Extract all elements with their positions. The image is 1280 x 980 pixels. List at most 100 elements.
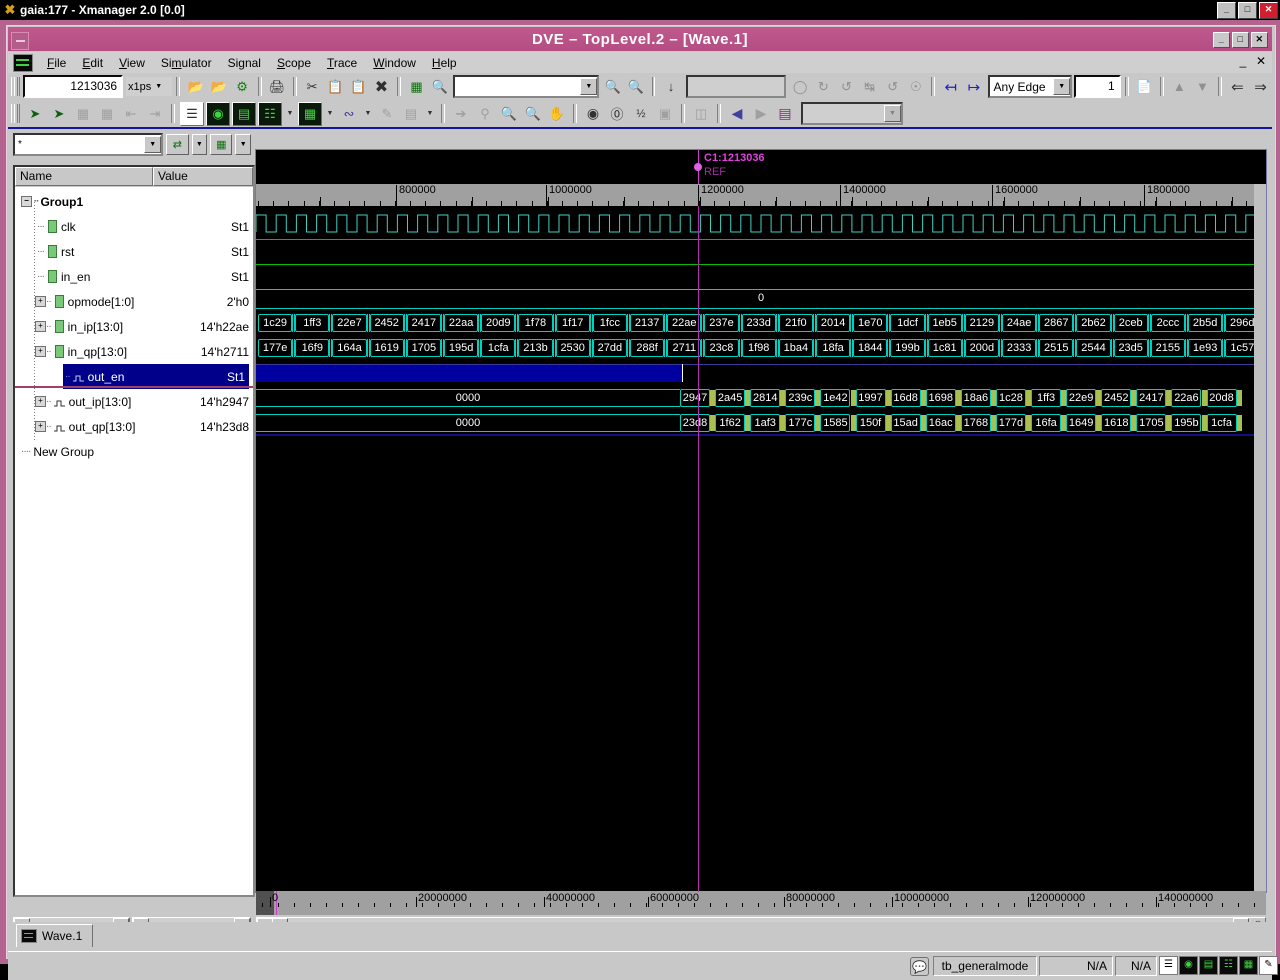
dve-system-menu-button[interactable] [11, 32, 29, 50]
waveform-canvas[interactable]: 0 1c29 1ff3 22e7 2452 2417 22aa 20d9 1f78 1f17 1fc… [256, 206, 1266, 892]
schematic-icon[interactable]: ☷ [258, 101, 282, 126]
zoom-2x-icon[interactable]: ⓪ [606, 103, 628, 125]
back-icon[interactable]: ⇐ [1227, 76, 1248, 98]
prev-page-icon[interactable]: ◀ [726, 103, 748, 125]
insert-after-icon[interactable]: ⇥ [144, 103, 166, 125]
column-header-value[interactable]: Value [153, 167, 253, 186]
chevron-down-icon[interactable]: ▼ [324, 103, 336, 125]
collapse-time-icon[interactable]: ↺ [882, 76, 903, 98]
next-page-icon[interactable]: ▶ [750, 103, 772, 125]
select-tool-icon[interactable]: ➔ [450, 103, 472, 125]
signal-row-in_ip[interactable]: + ·· in_ip[13:0] 14'h22ae [15, 314, 253, 339]
find-signal-icon[interactable]: ▦ [406, 76, 427, 98]
wave-pane[interactable]: C1:1213036 REF 800000 1000000 1200000 14000… [255, 149, 1267, 893]
zoom-fit-icon[interactable]: ◯ [790, 76, 811, 98]
signal-filter-input[interactable]: * ▼ [13, 132, 164, 156]
menu-window[interactable]: Window [365, 54, 424, 72]
grid-icon[interactable]: ▤ [774, 103, 796, 125]
annotate-icon[interactable]: ☉ [905, 76, 926, 98]
dve-restore-button[interactable]: □ [1232, 32, 1249, 48]
chevron-down-icon[interactable]: ▼ [884, 105, 901, 122]
source-view-icon[interactable]: ▤ [232, 101, 256, 126]
cursor-c1-wave-line[interactable] [698, 206, 699, 892]
goto-time-field[interactable] [685, 75, 786, 98]
xmanager-window-buttons[interactable]: _ □ ✕ [1217, 2, 1278, 19]
chevron-down-icon[interactable]: ▼ [235, 133, 251, 155]
menu-help[interactable]: Help [424, 54, 465, 72]
forward-icon[interactable]: ⇒ [1250, 76, 1271, 98]
memory-icon[interactable]: ▦ [298, 101, 322, 126]
chevron-down-icon[interactable]: ▼ [191, 133, 208, 155]
print-icon[interactable]: 🖨 [267, 76, 288, 98]
add-signal-right-icon[interactable]: ➤ [48, 103, 70, 125]
toolbar-grip[interactable] [11, 104, 20, 123]
next-edge-icon[interactable]: ↦ [963, 76, 984, 98]
source-view-icon[interactable]: ◉ [1179, 956, 1198, 975]
signal-list-pane[interactable]: Name Value − ·· Group1 ··· clk St1 ··· r… [13, 165, 255, 897]
zoom-tool-icon[interactable]: ⚲ [474, 103, 496, 125]
mdi-child-close-button[interactable]: ✕ [1253, 54, 1269, 69]
wave-vertical-scrollbar[interactable] [1254, 184, 1266, 892]
menu-signal[interactable]: Signal [220, 54, 269, 72]
open-file-icon[interactable]: 📂 [185, 76, 206, 98]
zoom-full-icon[interactable]: ◉ [582, 103, 604, 125]
edge-type-combo[interactable]: Any Edge ▼ [987, 75, 1073, 98]
chevron-down-icon[interactable]: ▼ [144, 135, 162, 153]
edit-view-icon[interactable]: ✎ [1259, 956, 1278, 975]
signal-row-clk[interactable]: ··· clk St1 [15, 214, 253, 239]
zoom-half-icon[interactable]: ½ [630, 103, 652, 125]
prev-match-icon[interactable]: 🔍 [602, 76, 623, 98]
cursor-c1-handle[interactable] [694, 163, 702, 171]
copy-icon[interactable]: 📋 [325, 76, 346, 98]
expand-expander-icon[interactable]: + [35, 346, 46, 357]
overview-ruler[interactable]: 0 20000000 40000000 60000000 80000000 1000000… [256, 891, 1266, 915]
next-match-icon[interactable]: 🔍 [625, 76, 646, 98]
wave-view-icon[interactable]: ◉ [206, 101, 230, 126]
schematic-view-icon[interactable]: ▦ [1239, 956, 1258, 975]
console-icon[interactable]: 💬 [910, 957, 929, 976]
menu-scope[interactable]: Scope [269, 54, 319, 72]
hierarchy-icon[interactable]: ▤ [400, 103, 422, 125]
move-up-icon[interactable]: ▲ [1169, 76, 1190, 98]
reload-icon[interactable]: ⚙ [231, 76, 252, 98]
ungroup-icon[interactable]: ▦ [96, 103, 118, 125]
menu-file[interactable]: FFileile [39, 54, 74, 72]
set-marker-icon[interactable]: ↓ [660, 76, 681, 98]
menu-view[interactable]: View [111, 54, 153, 72]
new-group-row[interactable]: ···· New Group [15, 439, 253, 464]
time-unit-combo[interactable]: x1ps ▼ [126, 77, 173, 96]
move-down-icon[interactable]: ▼ [1192, 76, 1213, 98]
compare-icon[interactable]: ∾ [338, 103, 360, 125]
xmanager-minimize-button[interactable]: _ [1217, 2, 1236, 19]
dve-window-buttons[interactable]: _ □ ✕ [1213, 32, 1268, 48]
time-ruler[interactable]: 800000 1000000 1200000 1400000 1600000 180000… [256, 184, 1266, 206]
zoom-out-time-icon[interactable]: ↺ [836, 76, 857, 98]
insert-before-icon[interactable]: ⇤ [120, 103, 142, 125]
chevron-down-icon[interactable]: ▼ [1053, 78, 1071, 95]
signal-row-rst[interactable]: ··· rst St1 [15, 239, 253, 264]
menu-simulator[interactable]: Simulator [153, 54, 220, 72]
list-view-icon[interactable]: ☰ [180, 101, 204, 126]
chevron-down-icon[interactable]: ▼ [362, 103, 374, 125]
sort-icon[interactable]: ⇄ [166, 133, 189, 155]
wave-view-icon[interactable]: ☷ [1219, 956, 1238, 975]
chevron-down-icon[interactable]: ▼ [580, 78, 598, 95]
expand-expander-icon[interactable]: + [35, 296, 46, 307]
dve-app-icon[interactable] [13, 53, 33, 72]
paste-icon[interactable]: 📋 [348, 76, 369, 98]
delete-icon[interactable]: ✖ [371, 76, 392, 98]
pan-tool-icon[interactable]: ✋ [546, 103, 568, 125]
edge-count-field[interactable]: 1 [1074, 75, 1121, 98]
edit-icon[interactable]: ✎ [376, 103, 398, 125]
prev-edge-icon[interactable]: ↤ [940, 76, 961, 98]
open-db-icon[interactable]: 📂 [208, 76, 229, 98]
status-view-buttons[interactable]: ☰ ◉ ▤ ☷ ▦ ✎ [1159, 956, 1278, 975]
expand-expander-icon[interactable]: + [35, 396, 46, 407]
search-input[interactable]: ▼ [453, 75, 600, 98]
zoom-in-time-icon[interactable]: ↻ [813, 76, 834, 98]
menu-edit[interactable]: Edit [74, 54, 111, 72]
signal-row-out_ip[interactable]: + ·· out_ip[13:0] 14'h2947 [15, 389, 253, 414]
expand-expander-icon[interactable]: + [35, 321, 46, 332]
cut-icon[interactable]: ✂ [302, 76, 323, 98]
group-filter-icon[interactable]: ▦ [210, 133, 233, 155]
